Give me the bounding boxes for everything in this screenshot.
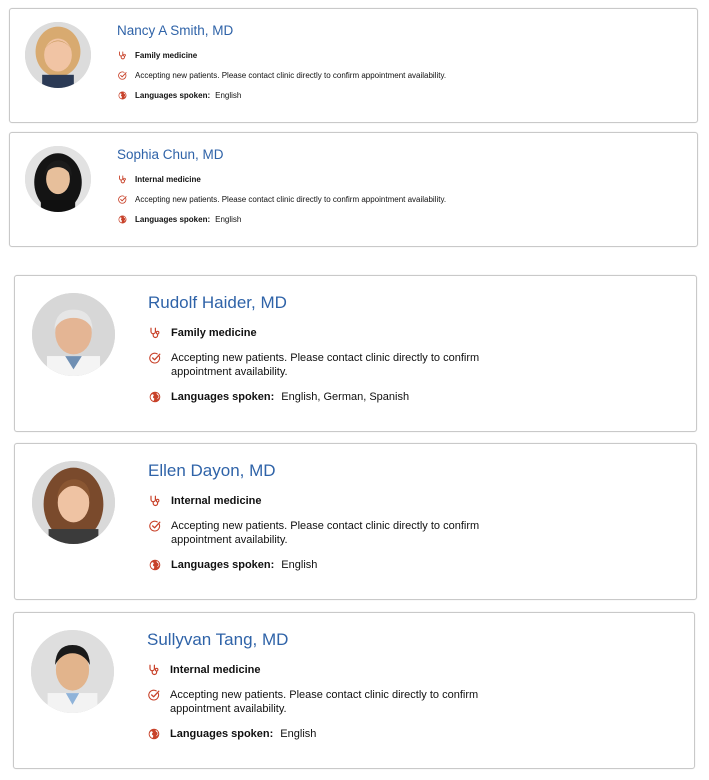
provider-photo[interactable] bbox=[32, 461, 115, 544]
accepting-text: Accepting new patients. Please contact c… bbox=[135, 195, 447, 204]
accepting-row: Accepting new patients. Please contact c… bbox=[117, 70, 446, 81]
languages-label: Languages spoken: bbox=[135, 215, 211, 224]
specialty-row: Internal medicine bbox=[147, 663, 260, 677]
provider-card: Sullyvan Tang, MD Internal medicine Acce… bbox=[13, 612, 695, 769]
stethoscope-icon bbox=[148, 494, 161, 508]
provider-name-link[interactable]: Ellen Dayon, MD bbox=[148, 461, 276, 481]
languages-value: English bbox=[215, 91, 242, 100]
provider-name-link[interactable]: Nancy A Smith, MD bbox=[117, 23, 233, 38]
accepting-text: Accepting new patients. Please contact c… bbox=[135, 71, 447, 80]
provider-card: Sophia Chun, MD Internal medicine Accept… bbox=[9, 132, 698, 247]
check-circle-icon bbox=[117, 194, 127, 205]
languages-label: Languages spoken: bbox=[135, 91, 211, 100]
provider-name-link[interactable]: Sullyvan Tang, MD bbox=[147, 630, 288, 650]
languages-value: English bbox=[281, 559, 318, 571]
specialty-row: Internal medicine bbox=[117, 174, 201, 185]
accepting-row: Accepting new patients. Please contact c… bbox=[148, 351, 501, 379]
provider-card: Rudolf Haider, MD Family medicine Accept… bbox=[14, 275, 697, 432]
provider-card: Nancy A Smith, MD Family medicine Accept… bbox=[9, 8, 698, 123]
check-circle-icon bbox=[148, 519, 161, 533]
accepting-text: Accepting new patients. Please contact c… bbox=[170, 689, 479, 715]
languages-row: Languages spoken: English, German, Spani… bbox=[148, 390, 409, 404]
stethoscope-icon bbox=[117, 174, 127, 185]
provider-photo[interactable] bbox=[25, 146, 91, 212]
check-circle-icon bbox=[148, 351, 161, 365]
globe-icon bbox=[117, 214, 127, 225]
stethoscope-icon bbox=[117, 50, 127, 61]
globe-icon bbox=[148, 390, 161, 404]
specialty-row: Family medicine bbox=[117, 50, 197, 61]
check-circle-icon bbox=[117, 70, 127, 81]
languages-label: Languages spoken: bbox=[171, 391, 275, 403]
provider-photo[interactable] bbox=[25, 22, 91, 88]
accepting-row: Accepting new patients. Please contact c… bbox=[147, 688, 500, 716]
provider-photo[interactable] bbox=[32, 293, 115, 376]
stethoscope-icon bbox=[148, 326, 161, 340]
globe-icon bbox=[147, 727, 160, 741]
specialty-text: Internal medicine bbox=[170, 664, 261, 676]
languages-label: Languages spoken: bbox=[170, 728, 274, 740]
provider-card: Ellen Dayon, MD Internal medicine Accept… bbox=[14, 443, 697, 600]
stethoscope-icon bbox=[147, 663, 160, 677]
specialty-text: Family medicine bbox=[171, 327, 257, 339]
specialty-row: Internal medicine bbox=[148, 494, 261, 508]
languages-value: English, German, Spanish bbox=[281, 391, 410, 403]
specialty-text: Internal medicine bbox=[135, 175, 201, 184]
accepting-text: Accepting new patients. Please contact c… bbox=[171, 352, 480, 378]
accepting-text: Accepting new patients. Please contact c… bbox=[171, 520, 480, 546]
provider-name-link[interactable]: Sophia Chun, MD bbox=[117, 147, 224, 162]
globe-icon bbox=[148, 558, 161, 572]
globe-icon bbox=[117, 90, 127, 101]
accepting-row: Accepting new patients. Please contact c… bbox=[148, 519, 501, 547]
specialty-text: Internal medicine bbox=[171, 495, 262, 507]
specialty-row: Family medicine bbox=[148, 326, 257, 340]
provider-photo[interactable] bbox=[31, 630, 114, 713]
languages-row: Languages spoken: English bbox=[147, 727, 316, 741]
specialty-text: Family medicine bbox=[135, 51, 198, 60]
languages-row: Languages spoken: English bbox=[148, 558, 317, 572]
languages-value: English bbox=[215, 215, 242, 224]
provider-name-link[interactable]: Rudolf Haider, MD bbox=[148, 293, 287, 313]
accepting-row: Accepting new patients. Please contact c… bbox=[117, 194, 446, 205]
languages-row: Languages spoken: English bbox=[117, 214, 241, 225]
languages-value: English bbox=[280, 728, 317, 740]
check-circle-icon bbox=[147, 688, 160, 702]
languages-row: Languages spoken: English bbox=[117, 90, 241, 101]
languages-label: Languages spoken: bbox=[171, 559, 275, 571]
